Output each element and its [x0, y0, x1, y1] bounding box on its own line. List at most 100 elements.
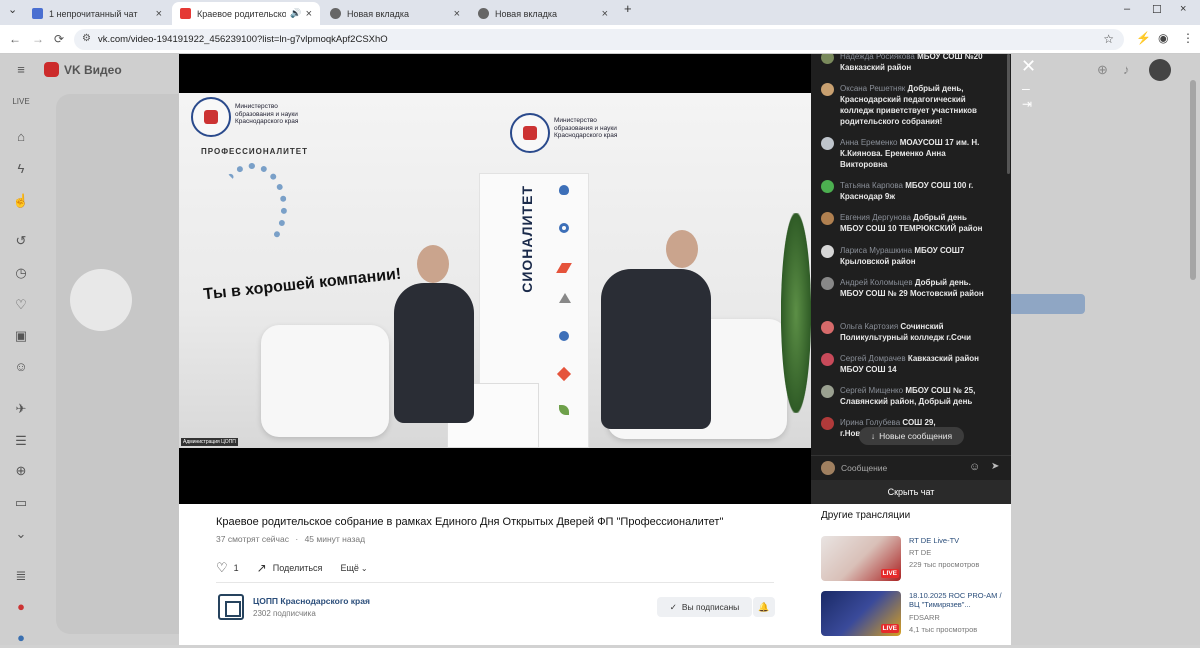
history-icon[interactable]: ↺ [12, 233, 30, 251]
send-icon[interactable]: ➤ [991, 461, 999, 472]
chat-avatar[interactable] [821, 245, 834, 258]
share-button[interactable]: Поделиться [273, 563, 323, 573]
stream-thumbnail[interactable]: LIVE [821, 536, 901, 581]
globe-nav-icon[interactable]: ⊕ [12, 463, 30, 481]
bookmark-star-icon[interactable]: ☆ [1103, 32, 1114, 46]
chat-message-input[interactable]: Сообщение [841, 463, 887, 473]
more-button[interactable]: Ещё [340, 563, 358, 573]
reload-button[interactable]: ⟳ [54, 32, 64, 46]
chat-avatar[interactable] [821, 54, 834, 64]
playlist-icon[interactable]: ▣ [12, 328, 30, 346]
page-scrollbar[interactable] [1190, 80, 1196, 280]
notification-bell-icon[interactable]: ♪ [1123, 62, 1130, 77]
chat-author[interactable]: Евгения Дергунова [840, 213, 911, 222]
emoji-icon[interactable]: ☺ [969, 461, 980, 473]
minimize-player-icon[interactable]: – [1022, 80, 1030, 96]
channel-name[interactable]: ЦОПП Краснодарского края [253, 596, 370, 606]
heart-icon[interactable]: ♡ [12, 297, 30, 315]
chat-author[interactable]: Анна Еременко [840, 138, 897, 147]
user-avatar[interactable] [1149, 59, 1171, 81]
close-player-icon[interactable]: ✕ [1021, 56, 1036, 77]
rocket-icon[interactable]: ✈ [12, 401, 30, 419]
notification-bell-button[interactable]: 🔔 [753, 597, 775, 617]
like-count[interactable]: 1 [234, 563, 239, 573]
stream-item[interactable]: LIVE RT DE Live-TV RT DE 229 тыс просмот… [821, 536, 1006, 582]
chat-author[interactable]: Ирина Голубева [840, 418, 900, 427]
chat-author[interactable]: Сергей Домрачев [840, 354, 906, 363]
close-window-button[interactable]: × [1180, 3, 1186, 15]
chat-author[interactable]: Андрей Коломыцев [840, 278, 913, 287]
monitor-icon[interactable]: ▭ [12, 495, 30, 513]
chat-author[interactable]: Сергей Мищенко [840, 386, 903, 395]
address-bar[interactable]: ⚙ vk.com/video-194191922_456239100?list=… [74, 29, 1124, 50]
extensions-icon[interactable]: ⚡ [1136, 31, 1151, 45]
home-icon[interactable]: ⌂ [12, 129, 30, 147]
share-icon[interactable]: ↗ [257, 561, 267, 575]
stream-title[interactable]: RT DE Live-TV [909, 536, 1006, 545]
video-frame[interactable]: Министерство образования и науки Краснод… [179, 93, 811, 448]
url-text[interactable]: vk.com/video-194191922_456239100?list=ln… [98, 34, 388, 45]
chat-scrollbar[interactable] [1007, 54, 1010, 174]
browser-menu-icon[interactable]: ⋮ [1182, 31, 1194, 45]
book-icon[interactable]: ☰ [12, 433, 30, 451]
subscriptions-icon[interactable]: ☺ [12, 359, 30, 377]
new-tab-button[interactable]: + [624, 1, 632, 16]
tab-active-video[interactable]: Краевое родительское соб 🔊 × [172, 2, 320, 25]
stream-thumbnail[interactable]: LIVE [821, 591, 901, 636]
stream-item[interactable]: LIVE 18.10.2025 ROC PRO-AM / ВЦ "Тимиряз… [821, 591, 1006, 637]
like-heart-icon[interactable]: ♡ [216, 560, 228, 576]
video-player[interactable]: Министерство образования и науки Краснод… [179, 54, 811, 504]
hide-chat-button[interactable]: Скрыть чат [811, 480, 1011, 504]
tab-new-2[interactable]: Новая вкладка × [470, 2, 616, 25]
upload-icon[interactable]: ⊕ [1097, 62, 1108, 78]
chat-author[interactable]: Оксана Решетняк [840, 84, 905, 93]
chat-avatar[interactable] [821, 277, 834, 290]
vk-play-icon[interactable]: ● [12, 599, 30, 617]
chat-author[interactable]: Лариса Мурашкина [840, 246, 912, 255]
maximize-button[interactable]: ☐ [1152, 3, 1162, 16]
tab-new-1[interactable]: Новая вкладка × [322, 2, 468, 25]
chat-avatar[interactable] [821, 353, 834, 366]
forward-button[interactable]: → [32, 32, 44, 46]
chat-avatar[interactable] [821, 417, 834, 430]
close-tab-icon[interactable]: × [306, 8, 312, 20]
minimize-button[interactable]: – [1124, 3, 1130, 15]
lightning-icon[interactable]: ϟ [12, 161, 30, 179]
close-tab-icon[interactable]: × [602, 8, 608, 20]
chat-author[interactable]: Надежда Росиякова [840, 54, 915, 61]
tab-search-icon[interactable]: ⌄ [8, 3, 17, 16]
chat-author[interactable]: Татьяна Карпова [840, 181, 903, 190]
subscribe-button-dimmed[interactable] [1003, 294, 1085, 314]
clock-icon[interactable]: ◷ [12, 265, 30, 283]
site-settings-icon[interactable]: ⚙ [82, 33, 91, 44]
stream-channel[interactable]: FDSARR [909, 613, 940, 622]
chevron-down-icon[interactable]: ⌄ [12, 526, 30, 544]
chat-author[interactable]: Ольга Картозия [840, 322, 898, 331]
speaker-icon[interactable]: 🔊 [290, 8, 301, 19]
chat-avatar[interactable] [821, 83, 834, 96]
stream-title[interactable]: 18.10.2025 ROC PRO-AM / ВЦ "Тимирязев"..… [909, 591, 1006, 609]
subscribed-button[interactable]: ✓ Вы подписаны [657, 597, 752, 617]
live-icon[interactable]: LIVE [12, 97, 30, 115]
stream-channel[interactable]: RT DE [909, 548, 931, 557]
clips-icon[interactable]: ☝ [12, 193, 30, 211]
profile-icon[interactable]: ◉ [1158, 31, 1168, 45]
avatar-icon[interactable]: ● [12, 630, 30, 648]
vk-video-logo[interactable]: VK Видео [44, 62, 122, 77]
chat-avatar[interactable] [821, 385, 834, 398]
chat-avatar[interactable] [821, 212, 834, 225]
new-messages-button[interactable]: ↓ Новые сообщения [859, 427, 964, 445]
triangle-icon [559, 293, 571, 303]
chat-avatar[interactable] [821, 180, 834, 193]
tab-unread-chat[interactable]: 1 непрочитанный чат × [24, 2, 170, 25]
close-tab-icon[interactable]: × [454, 8, 460, 20]
collapse-chat-icon[interactable]: ⇥ [1022, 97, 1032, 111]
filter-icon[interactable]: ≣ [12, 568, 30, 586]
close-tab-icon[interactable]: × [156, 8, 162, 20]
hamburger-icon[interactable]: ≡ [12, 62, 30, 80]
back-button[interactable]: ← [9, 32, 21, 46]
chat-avatar[interactable] [821, 321, 834, 334]
chat-avatar[interactable] [821, 137, 834, 150]
ministry-label: Министерство образования и науки Краснод… [554, 117, 618, 139]
channel-avatar[interactable] [218, 594, 244, 620]
